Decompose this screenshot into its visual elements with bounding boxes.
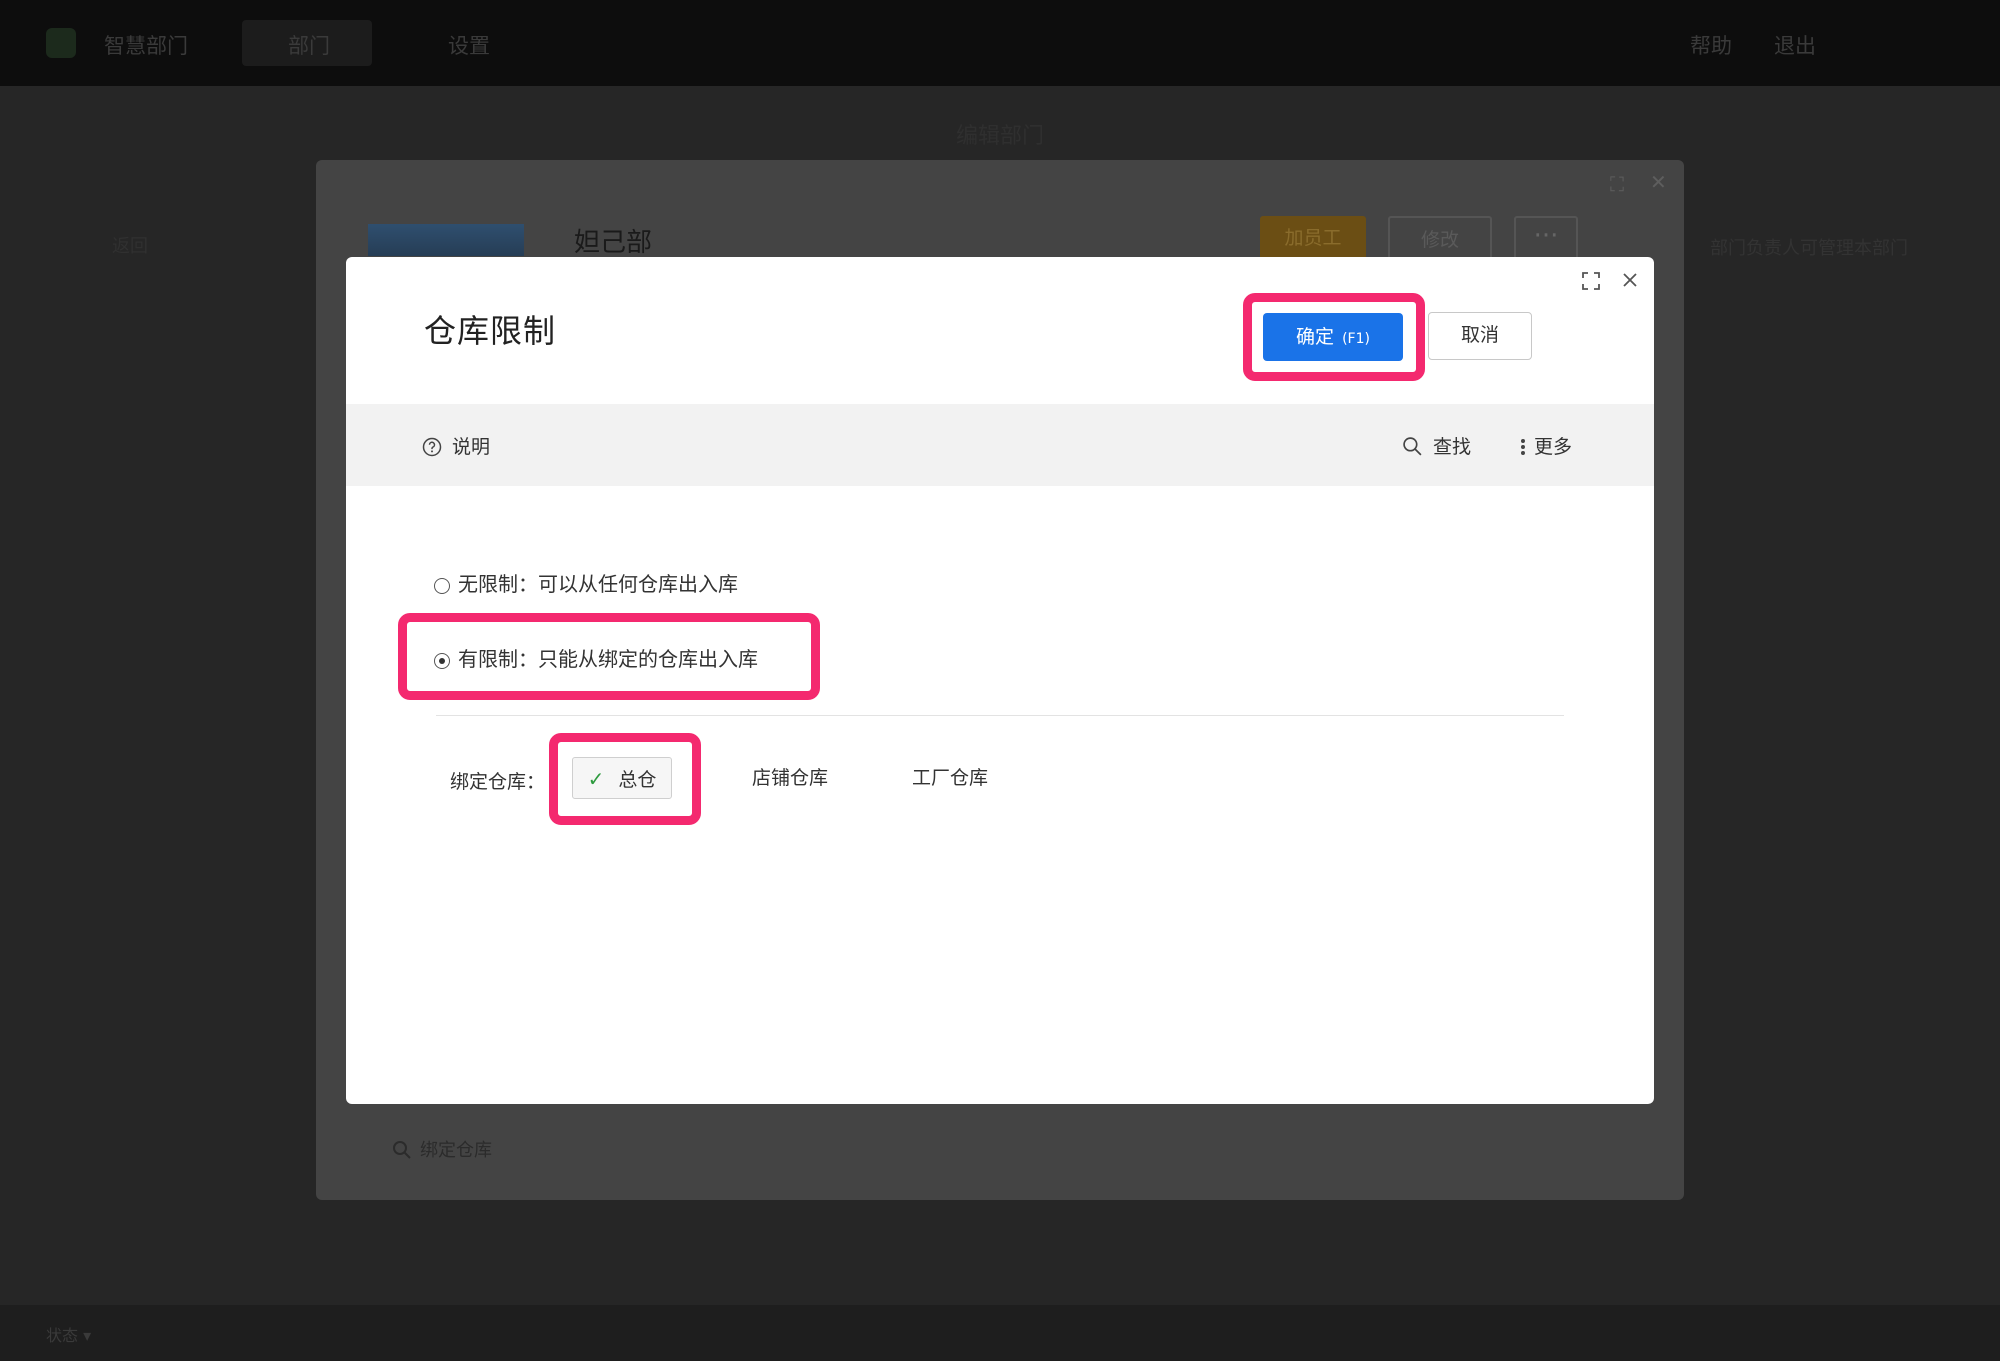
status-filter[interactable]: 状态 ▾ (46, 1322, 91, 1346)
radio-unrestricted[interactable] (434, 578, 450, 594)
close-icon[interactable] (1622, 272, 1638, 292)
tab-settings[interactable]: 设置 (448, 30, 490, 60)
department-name: 妲己部 (574, 228, 653, 258)
outer-more-button[interactable]: ··· (1514, 216, 1578, 260)
app-logo (46, 28, 76, 58)
option-unrestricted-label: 无限制：可以从任何仓库出入库 (458, 572, 738, 596)
bind-warehouse-label: 绑定仓库： (450, 771, 546, 793)
find-button[interactable]: 查找 (1402, 432, 1471, 459)
bind-warehouse-search-label: 绑定仓库 (420, 1140, 492, 1161)
expand-icon[interactable] (1582, 272, 1600, 294)
divider (436, 715, 1564, 716)
outer-expand-icon[interactable]: ⛶ (1610, 172, 1624, 196)
more-vertical-icon (1521, 439, 1525, 455)
option-unrestricted[interactable]: 无限制：可以从任何仓库出入库 (434, 568, 738, 597)
highlight-main-warehouse (549, 733, 701, 825)
background-page-title: 编辑部门 (955, 124, 1044, 149)
search-icon (1403, 437, 1422, 456)
edit-department-button[interactable]: 修改 (1388, 216, 1492, 260)
status-bar (0, 1305, 2000, 1361)
more-label: 更多 (1534, 436, 1573, 458)
more-button[interactable]: 更多 (1520, 432, 1572, 459)
back-link[interactable]: 返回 (112, 232, 148, 258)
department-image (368, 224, 524, 256)
help-button[interactable]: 说明 (422, 432, 490, 459)
warehouse-factory[interactable]: 工厂仓库 (900, 757, 1000, 799)
highlight-confirm (1243, 293, 1425, 381)
help-link[interactable]: 帮助 (1690, 30, 1732, 60)
background-note: 部门负责人可管理本部门 (1710, 238, 1908, 259)
app-brand: 智慧部门 (104, 34, 188, 58)
highlight-restricted-option (398, 613, 820, 700)
help-label: 说明 (452, 436, 491, 458)
cancel-button[interactable]: 取消 (1428, 312, 1532, 360)
logout-link[interactable]: 退出 (1774, 30, 1816, 60)
bind-warehouse-search[interactable]: 绑定仓库 (392, 1136, 492, 1162)
outer-close-icon[interactable]: ✕ (1650, 170, 1667, 194)
warehouse-shop[interactable]: 店铺仓库 (740, 757, 840, 799)
search-icon (393, 1141, 411, 1159)
tab-department-label: 部门 (288, 34, 330, 58)
dialog-title: 仓库限制 (424, 312, 557, 350)
help-circle-icon (422, 437, 442, 457)
add-employee-button[interactable]: 加员工 (1260, 216, 1366, 260)
find-label: 查找 (1433, 436, 1472, 458)
